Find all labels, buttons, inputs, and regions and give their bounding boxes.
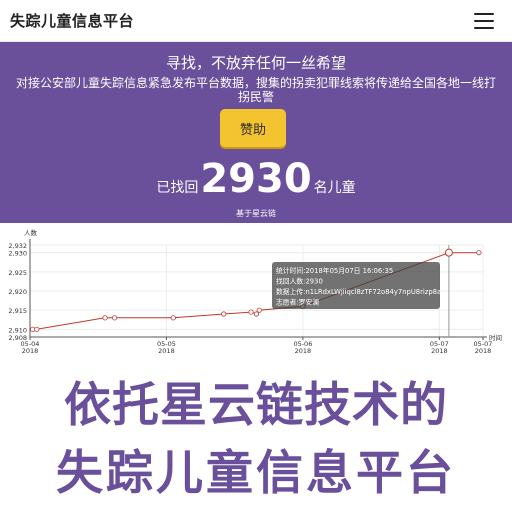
chart-svg: 2,9082,9102,9152,9202,9252,9302,93205-04… (8, 228, 502, 355)
highlighted-point (444, 248, 453, 257)
hero-description: 对接公安部儿童失踪信息紧急发布平台数据，搜集的拐卖犯罪线索将传递给全国各地一线打… (15, 76, 496, 104)
data-point (476, 250, 482, 256)
y-axis-label: 人数 (24, 228, 38, 237)
data-point (111, 315, 118, 321)
hamburger-bar (474, 13, 494, 15)
y-tick-label: 2,932 (8, 242, 27, 250)
data-point (34, 326, 40, 332)
hero-section: 寻找，不放弃任何一丝希望 对接公安部儿童失踪信息紧急发布平台数据，搜集的拐卖犯罪… (0, 42, 512, 223)
data-point (170, 315, 176, 321)
donate-button[interactable]: 赞助 (220, 109, 286, 147)
tooltip-line: 数据上传:n1LRdxLWjiiqcl8zTF72o84y7npU8rizp8a (276, 287, 441, 296)
hero-subtext: 基于星云链 (236, 209, 276, 218)
found-children-chart: 2,908 2,910 2,915 2,920 2,925 2,930 2,932 05-04… (0, 225, 512, 357)
hamburger-icon[interactable] (474, 13, 494, 29)
site-brand[interactable]: 失踪儿童信息平台 (10, 10, 134, 31)
found-count-line: 已找回 2930 名儿童 (0, 156, 512, 202)
x-tick-label: 2018 (22, 347, 39, 355)
data-point (256, 307, 262, 313)
navbar: 失踪儿童信息平台 (0, 0, 512, 42)
x-tick-label: 2018 (295, 347, 312, 355)
tooltip-line: 找回人数:2930 (276, 277, 323, 286)
hamburger-bar (474, 20, 494, 22)
tooltip-line: 统计时间:2018年05月07日 16:06:35 (276, 266, 393, 275)
data-point (102, 315, 108, 321)
y-tick-label: 2,910 (8, 326, 27, 334)
x-tick-label: 2018 (431, 347, 448, 355)
slogan-line-2: 失踪儿童信息平台 (56, 446, 456, 501)
x-tick-label: 2018 (158, 347, 175, 355)
hero-title: 寻找，不放弃任何一丝希望 (165, 54, 346, 72)
x-axis-label: 时间 (489, 333, 502, 342)
found-count: 2930 (200, 156, 312, 202)
x-tick-label: 2018 (475, 347, 492, 355)
slogan-line-1: 依托星云链技术的 (64, 378, 448, 433)
hamburger-bar (474, 27, 494, 29)
found-suffix: 名儿童 (313, 180, 356, 196)
y-tick-label: 2,930 (8, 250, 27, 258)
data-point (248, 309, 254, 315)
y-tick-label: 2,925 (8, 269, 27, 277)
y-tick-label: 2,915 (8, 307, 27, 315)
chart-tooltip: 统计时间:2018年05月07日 16:06:35 找回人数:2930数据上传:n… (272, 245, 453, 337)
y-tick-label: 2,920 (8, 288, 27, 296)
data-point (221, 311, 227, 317)
slogan-banner: 依托星云链技术的 失踪儿童信息平台 (0, 362, 512, 512)
found-prefix: 已找回 (156, 180, 199, 196)
tooltip-line: 志愿者:罗安澜 (276, 298, 319, 307)
